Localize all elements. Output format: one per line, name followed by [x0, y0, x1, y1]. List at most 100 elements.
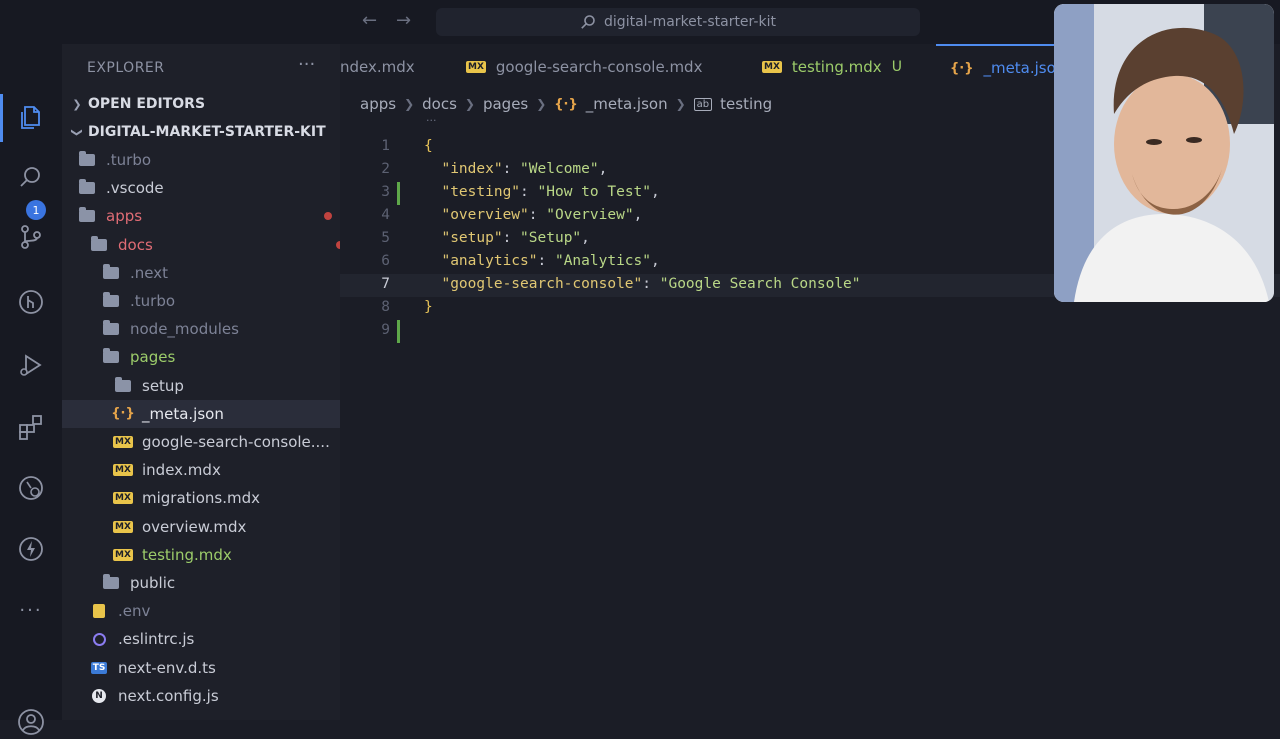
code-token: "Google Search Console" — [659, 276, 861, 292]
extensions-icon[interactable] — [14, 410, 48, 444]
json-file-icon: {·} — [111, 406, 135, 422]
json-file-icon: {·} — [950, 60, 974, 76]
eslint-file-icon — [90, 632, 108, 646]
tab-index-mdx[interactable]: ndex.mdx — [340, 44, 452, 90]
chevron-right-icon: ❯ — [72, 97, 82, 111]
code-token: , — [651, 253, 660, 269]
breadcrumb-meta-json[interactable]: _meta.json — [586, 95, 668, 113]
search-icon[interactable] — [14, 161, 48, 195]
presenter-video — [1054, 4, 1274, 302]
folder-icon — [102, 574, 120, 590]
folder-icon — [78, 207, 96, 223]
tab-google-search-console-mdx[interactable]: MX google-search-console.mdx — [466, 44, 702, 90]
tree-item-docs[interactable]: docs — [62, 231, 368, 259]
code-content: "index": "Welcome", — [424, 161, 607, 177]
line-number: 5 — [381, 230, 390, 246]
chevron-right-icon: ❯ — [464, 97, 475, 111]
tree-item-vscode[interactable]: .vscode — [62, 174, 356, 202]
explorer-sidebar: EXPLORER ··· ❯ OPEN EDITORS ❯ DIGITAL-MA… — [62, 44, 392, 720]
tree-item-eslintrc-js[interactable]: .eslintrc.js — [62, 625, 368, 653]
code-token: : — [537, 253, 555, 269]
line-number: 3 — [381, 184, 390, 200]
source-control-icon[interactable] — [14, 220, 48, 254]
tree-item-public[interactable]: public — [62, 569, 380, 597]
tree-item-label: .turbo — [130, 292, 176, 310]
command-center-search[interactable]: digital-market-starter-kit — [436, 8, 920, 36]
chevron-right-icon: ❯ — [404, 97, 415, 111]
explorer-more-icon[interactable]: ··· — [298, 54, 315, 75]
folder-icon — [114, 376, 132, 393]
tree-item-pages[interactable]: pages — [62, 343, 380, 371]
tree-item-next-config-js[interactable]: Nnext.config.js — [62, 682, 368, 710]
tree-item-turbo[interactable]: .turbo — [62, 287, 380, 315]
tree-item-apps[interactable]: apps — [62, 202, 356, 230]
code-token: "analytics" — [441, 253, 538, 269]
back-arrow-icon[interactable]: ← — [362, 10, 377, 31]
code-token: : — [642, 276, 660, 292]
folder-icon — [90, 235, 108, 252]
git-graph-icon[interactable] — [14, 285, 48, 319]
line-number: 4 — [381, 207, 390, 223]
tree-item-label: _meta.json — [142, 404, 224, 423]
untracked-badge: U — [891, 59, 902, 75]
line-number: 7 — [381, 276, 390, 292]
run-debug-icon[interactable] — [14, 348, 48, 382]
mdx-file-icon: MX — [762, 61, 782, 73]
code-line[interactable]: 9 — [340, 320, 1280, 343]
line-number: 9 — [381, 322, 390, 338]
breadcrumb-apps[interactable]: apps — [360, 95, 396, 113]
window-title: digital-market-starter-kit — [604, 14, 776, 30]
code-token: : — [528, 207, 547, 223]
tree-item-label: .vscode — [106, 179, 164, 198]
breadcrumb-testing[interactable]: testing — [720, 95, 772, 113]
lightning-icon[interactable] — [14, 532, 48, 566]
code-token: : — [502, 230, 521, 246]
code-content: "google-search-console": "Google Search … — [424, 276, 861, 292]
breadcrumb: apps ❯ docs ❯ pages ❯ {·} _meta.json ❯ a… — [360, 90, 772, 118]
explorer-icon[interactable] — [14, 101, 48, 135]
explorer-header: EXPLORER — [87, 60, 165, 76]
tree-item-label: setup — [142, 376, 184, 395]
tree-item-env[interactable]: .env — [62, 597, 368, 625]
tab-meta-json[interactable]: {·} _meta.json — [936, 44, 1065, 90]
tree-item-label: testing.mdx — [142, 545, 232, 564]
forward-arrow-icon[interactable]: → — [396, 10, 411, 31]
tree-item-label: docs — [118, 235, 153, 254]
json-file-icon: {·} — [554, 96, 578, 112]
code-token: "overview" — [441, 207, 529, 223]
tree-item-label: .env — [118, 602, 151, 621]
mdx-file-icon: MX — [113, 492, 133, 505]
breadcrumb-pages[interactable]: pages — [483, 95, 528, 113]
tree-item-label: apps — [106, 207, 143, 226]
open-editors-section[interactable]: ❯ OPEN EDITORS — [62, 90, 348, 118]
tree-item-node-modules[interactable]: node_modules — [62, 315, 380, 343]
remote-explorer-icon[interactable] — [14, 471, 48, 505]
breadcrumb-docs[interactable]: docs — [422, 95, 457, 113]
project-section[interactable]: ❯ DIGITAL-MARKET-STARTER-KIT — [62, 118, 348, 146]
code-token: : — [502, 161, 521, 177]
source-control-badge: 1 — [26, 200, 46, 220]
code-token: "How to Test" — [537, 184, 652, 200]
tree-item-label: next.config.js — [118, 686, 219, 705]
code-content: "setup": "Setup", — [424, 230, 589, 246]
account-icon[interactable] — [14, 705, 48, 739]
tree-item-turbo[interactable]: .turbo — [62, 146, 356, 174]
tree-item-next-env-d-ts[interactable]: TS next-env.d.ts — [62, 654, 368, 682]
tree-item-next[interactable]: .next — [62, 259, 380, 287]
tree-item-label: overview.mdx — [142, 517, 247, 536]
tab-testing-mdx[interactable]: MX testing.mdx U — [762, 44, 902, 90]
mdx-file-icon: MX — [113, 464, 133, 477]
tree-item-label: next-env.d.ts — [118, 658, 216, 677]
code-content: } — [424, 299, 433, 315]
folded-lines-indicator[interactable]: ··· — [426, 114, 437, 127]
code-content: "testing": "How to Test", — [424, 184, 659, 200]
modified-gutter-marker — [397, 320, 400, 343]
more-icon[interactable]: ··· — [14, 593, 48, 627]
line-number: 2 — [381, 161, 390, 177]
code-token: { — [424, 138, 433, 154]
